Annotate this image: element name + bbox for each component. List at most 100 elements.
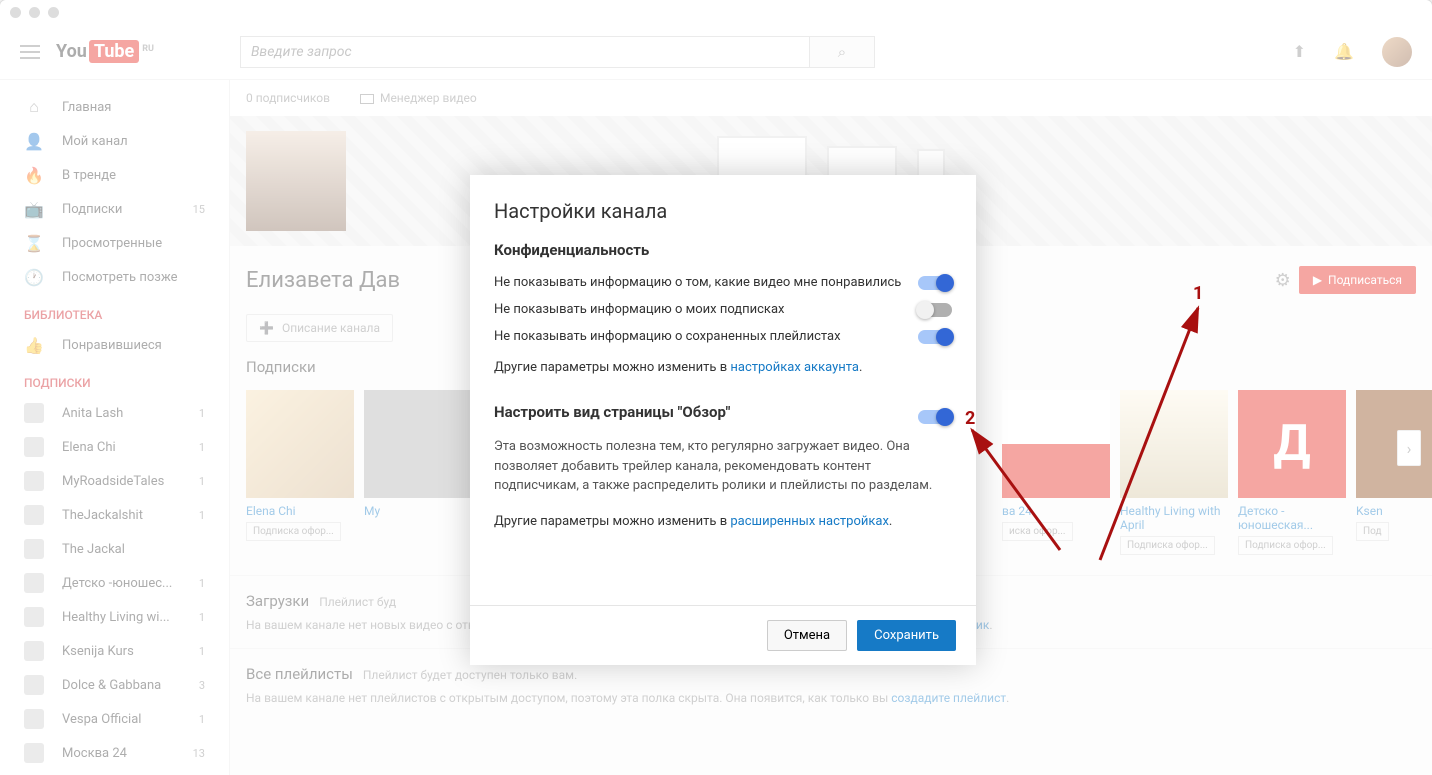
advanced-settings-link[interactable]: расширенных настройках bbox=[730, 514, 889, 529]
subscription-card[interactable]: Elena Chi Подписка офор... bbox=[246, 390, 354, 559]
sidebar-sub-item[interactable]: Москва 2413 bbox=[0, 736, 229, 770]
subscription-card[interactable]: ва 24 иска офор... bbox=[1002, 390, 1110, 559]
layout-description: Эта возможность полезна тем, кто регуляр… bbox=[494, 437, 952, 504]
subscription-status[interactable]: иска офор... bbox=[1002, 522, 1073, 541]
sidebar-sub-item[interactable]: Ksenija Kurs1 bbox=[0, 634, 229, 668]
channel-avatar-icon bbox=[24, 709, 44, 729]
subscription-card[interactable]: ДДетско - юношеская...Подписка офор... bbox=[1238, 390, 1346, 559]
upload-icon[interactable]: ⬆ bbox=[1293, 42, 1306, 61]
search-icon: ⌕ bbox=[838, 43, 846, 61]
subscription-status[interactable]: Подписка офор... bbox=[246, 522, 341, 541]
subscribe-button[interactable]: ▶ Подписаться bbox=[1299, 266, 1416, 294]
layout-heading: Настроить вид страницы "Обзор" bbox=[494, 403, 906, 421]
channel-avatar-icon bbox=[24, 641, 44, 661]
sidebar-item-subs[interactable]: 📺Подписки15 bbox=[0, 192, 229, 226]
sidebar-item-liked[interactable]: 👍Понравившиеся bbox=[0, 328, 229, 362]
channel-avatar-icon bbox=[24, 505, 44, 525]
setting-label: Не показывать информацию о том, какие ви… bbox=[494, 275, 906, 290]
sidebar-sub-item[interactable]: Anita Lash1 bbox=[0, 396, 229, 430]
user-avatar[interactable] bbox=[1382, 37, 1412, 67]
sidebar-section-subs: ПОДПИСКИ bbox=[0, 362, 229, 396]
channel-avatar-icon bbox=[24, 539, 44, 559]
sidebar-sub-item[interactable]: MyRoadsideTales1 bbox=[0, 464, 229, 498]
plus-icon: ➕ bbox=[259, 321, 274, 335]
channel-link[interactable]: Elena Chi bbox=[246, 504, 354, 518]
account-icon: 👤 bbox=[24, 131, 44, 151]
sidebar-sub-item[interactable]: Vespa Official1 bbox=[0, 702, 229, 736]
privacy-setting-row: Не показывать информацию о том, какие ви… bbox=[494, 269, 952, 296]
channel-link[interactable]: ва 24 bbox=[1002, 504, 1110, 518]
subscription-card[interactable]: Ksen Под bbox=[1356, 390, 1432, 559]
channel-settings-modal: Настройки канала Конфиденциальность Не п… bbox=[470, 175, 976, 665]
sidebar-item-history[interactable]: ⌛Просмотренные bbox=[0, 226, 229, 260]
channel-avatar-icon bbox=[24, 607, 44, 627]
shelf-title: Загрузки bbox=[246, 592, 309, 610]
channel-link[interactable]: Ksen bbox=[1356, 504, 1432, 518]
sidebar-sub-item[interactable]: Healthy Living wi...1 bbox=[0, 600, 229, 634]
sidebar-sub-item[interactable]: The Jackal bbox=[0, 532, 229, 566]
channel-description-button[interactable]: ➕ Описание канала bbox=[246, 314, 393, 342]
subscription-status[interactable]: Подписка офор... bbox=[1238, 536, 1333, 555]
annotation-2: 2 bbox=[965, 408, 975, 429]
sidebar-item-trending[interactable]: 🔥В тренде bbox=[0, 158, 229, 192]
sidebar-sub-item[interactable]: Детско -юношес...1 bbox=[0, 566, 229, 600]
logo-region: RU bbox=[142, 44, 154, 54]
annotation-1: 1 bbox=[1193, 283, 1203, 304]
privacy-toggle-0[interactable] bbox=[918, 276, 952, 290]
close-icon[interactable] bbox=[10, 7, 21, 18]
notifications-icon[interactable]: 🔔 bbox=[1334, 42, 1354, 61]
privacy-toggle-1[interactable] bbox=[918, 303, 952, 317]
play-icon: ▶ bbox=[1313, 273, 1322, 287]
sidebar-sub-item[interactable]: Dolce & Gabbana3 bbox=[0, 668, 229, 702]
shelf-action-link[interactable]: создадите плейлист bbox=[891, 691, 1006, 705]
video-manager-link[interactable]: Менеджер видео bbox=[360, 91, 477, 105]
sidebar-item-watchlater[interactable]: 🕐Посмотреть позже bbox=[0, 260, 229, 294]
privacy-setting-row: Не показывать информацию о сохраненных п… bbox=[494, 323, 952, 350]
search-button[interactable]: ⌕ bbox=[810, 36, 875, 68]
maximize-icon[interactable] bbox=[48, 7, 59, 18]
search-input[interactable] bbox=[240, 36, 810, 68]
menu-icon[interactable] bbox=[20, 45, 40, 59]
setting-label: Не показывать информацию о сохраненных п… bbox=[494, 329, 906, 344]
channel-avatar-icon bbox=[24, 403, 44, 423]
window-titlebar bbox=[0, 0, 1432, 24]
channel-avatar[interactable] bbox=[246, 131, 346, 231]
channel-link[interactable]: Healthy Living with April bbox=[1120, 504, 1228, 532]
sidebar-sub-item[interactable]: TheJackalshit1 bbox=[0, 498, 229, 532]
subscription-card[interactable]: Healthy Living with April Подписка офор..… bbox=[1120, 390, 1228, 559]
history-icon: ⌛ bbox=[24, 233, 44, 253]
channel-avatar-icon bbox=[24, 471, 44, 491]
subscriber-count: 0 подписчиков bbox=[246, 91, 330, 105]
layout-toggle[interactable] bbox=[918, 410, 952, 424]
setting-label: Не показывать информацию о моих подписка… bbox=[494, 302, 906, 317]
privacy-setting-row: Не показывать информацию о моих подписка… bbox=[494, 296, 952, 323]
shelf-subtitle: Плейлист будет доступен только вам. bbox=[363, 668, 577, 682]
channel-link[interactable]: Детско - юношеская... bbox=[1238, 504, 1346, 532]
channel-bar: 0 подписчиков Менеджер видео bbox=[230, 80, 1432, 116]
account-settings-link[interactable]: настройках аккаунта bbox=[730, 360, 859, 375]
save-button[interactable]: Сохранить bbox=[857, 620, 956, 651]
subscription-status[interactable]: Под bbox=[1356, 522, 1389, 541]
logo[interactable]: You Tube RU bbox=[56, 40, 154, 63]
gear-icon[interactable]: ⚙ bbox=[1275, 270, 1291, 291]
sidebar-sub-item[interactable]: Elena Chi1 bbox=[0, 430, 229, 464]
shelf-title: Все плейлисты bbox=[246, 665, 353, 683]
modal-title: Настройки канала bbox=[470, 175, 976, 235]
next-arrow[interactable]: › bbox=[1397, 430, 1421, 466]
channel-avatar-icon bbox=[24, 573, 44, 593]
privacy-toggle-2[interactable] bbox=[918, 330, 952, 344]
minimize-icon[interactable] bbox=[29, 7, 40, 18]
sidebar-sub-item[interactable]: Это Тебе1 bbox=[0, 770, 229, 775]
subscription-status[interactable]: Подписка офор... bbox=[1120, 536, 1215, 555]
cancel-button[interactable]: Отмена bbox=[767, 620, 847, 651]
channel-thumbnail bbox=[1120, 390, 1228, 498]
logo-tube: Tube bbox=[89, 40, 139, 63]
subscription-card[interactable]: My bbox=[364, 390, 472, 559]
sidebar-item-account[interactable]: 👤Мой канал bbox=[0, 124, 229, 158]
sidebar: ⌂Главная👤Мой канал🔥В тренде📺Подписки15⌛П… bbox=[0, 80, 230, 775]
subs-icon: 📺 bbox=[24, 199, 44, 219]
home-icon: ⌂ bbox=[24, 97, 44, 117]
channel-link[interactable]: My bbox=[364, 504, 472, 518]
sidebar-item-home[interactable]: ⌂Главная bbox=[0, 90, 229, 124]
logo-text: You bbox=[56, 41, 87, 62]
